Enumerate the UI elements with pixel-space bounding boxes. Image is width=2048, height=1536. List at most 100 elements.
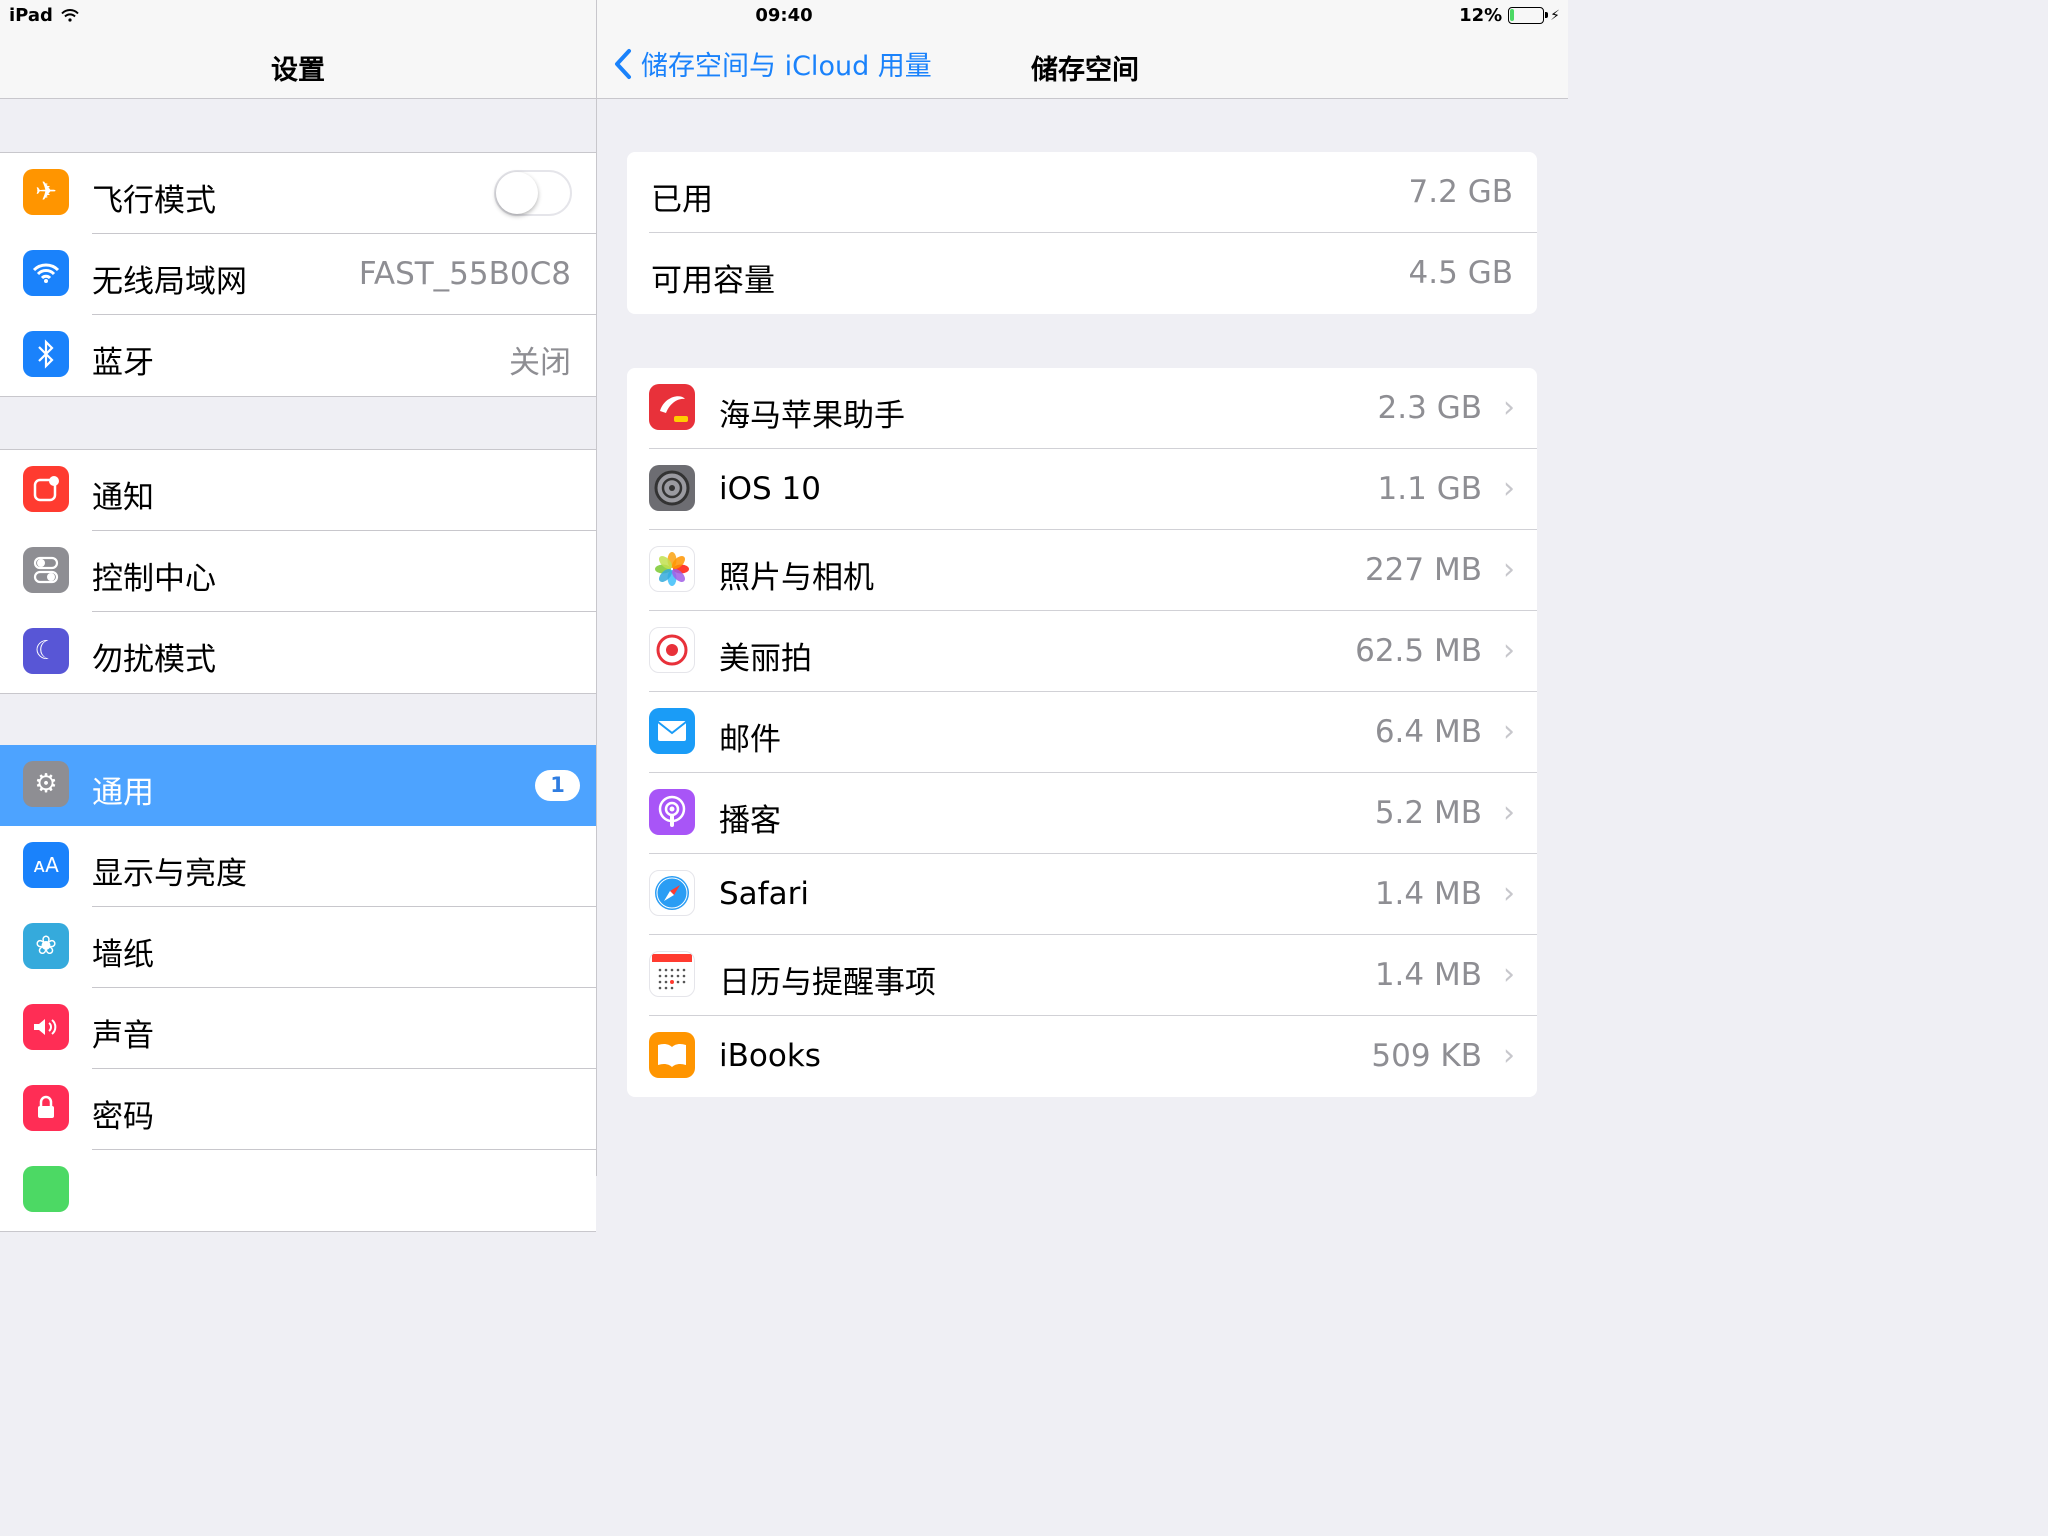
safari-icon	[649, 870, 695, 916]
sidebar-title: 设置	[271, 55, 325, 86]
list-item[interactable]: iOS 10 1.1 GB ›	[627, 449, 1537, 530]
sidebar-item-label: 通知	[92, 480, 154, 516]
list-item[interactable]: 美丽拍 62.5 MB ›	[627, 611, 1537, 692]
airplane-icon: ✈	[23, 169, 69, 215]
available-row: 可用容量 4.5 GB	[627, 233, 1537, 314]
sidebar-item-label: 无线局域网	[92, 264, 247, 300]
back-button[interactable]: 储存空间与 iCloud 用量	[613, 44, 932, 83]
notifications-icon	[23, 466, 69, 512]
battery-settings-icon	[23, 1166, 69, 1212]
app-name: iOS 10	[719, 471, 821, 507]
app-size: 2.3 GB	[1377, 390, 1482, 426]
list-item[interactable]: 邮件 6.4 MB ›	[627, 692, 1537, 773]
sidebar-item-control-center[interactable]: 控制中心	[0, 531, 596, 612]
battery-fill	[1510, 9, 1514, 21]
storage-detail: 储存空间与 iCloud 用量 储存空间 已用 7.2 GB 可用容量 4.5 …	[597, 0, 1568, 1176]
moon-icon: ☾	[23, 628, 69, 674]
used-row: 已用 7.2 GB	[627, 152, 1537, 233]
photos-icon	[649, 546, 695, 592]
app-name: 海马苹果助手	[719, 398, 905, 434]
list-item[interactable]: 照片与相机 227 MB ›	[627, 530, 1537, 611]
app-name: 邮件	[719, 722, 781, 758]
used-label: 已用	[651, 182, 713, 218]
sidebar-item-wifi[interactable]: 无线局域网 FAST_55B0C8	[0, 234, 596, 315]
status-right: 12% ⚡	[1459, 5, 1560, 26]
app-size: 5.2 MB	[1374, 795, 1482, 831]
haima-app-icon	[649, 384, 695, 430]
airplane-mode-toggle[interactable]	[494, 170, 572, 216]
app-storage-list: 海马苹果助手 2.3 GB › iOS 10 1.1 GB › 照片与相机 22…	[627, 368, 1537, 1097]
sidebar-item-notifications[interactable]: 通知	[0, 450, 596, 531]
sidebar-item-label: 声音	[92, 1018, 154, 1054]
sidebar-item-display[interactable]: ᴀA 显示与亮度	[0, 826, 596, 907]
wifi-icon	[23, 250, 69, 296]
settings-sidebar: 设置 ✈ 飞行模式 无线局域网 FAST_55B0C8 蓝牙 关闭 通知 控制中…	[0, 0, 596, 1232]
chevron-right-icon: ›	[1503, 795, 1515, 830]
chevron-right-icon: ›	[1503, 390, 1515, 425]
connectivity-group: ✈ 飞行模式 无线局域网 FAST_55B0C8 蓝牙 关闭	[0, 152, 596, 397]
sidebar-item-partial[interactable]	[0, 1150, 596, 1231]
chevron-right-icon: ›	[1503, 552, 1515, 587]
app-name: Safari	[719, 876, 809, 912]
app-size: 1.4 MB	[1374, 876, 1482, 912]
status-bar: iPad 09:40 12% ⚡	[0, 0, 1568, 32]
chevron-right-icon: ›	[1503, 471, 1515, 506]
list-item[interactable]: Safari 1.4 MB ›	[627, 854, 1537, 935]
system-group: 通知 控制中心 ☾ 勿扰模式	[0, 449, 596, 694]
lock-icon	[23, 1085, 69, 1131]
general-group: ⚙ 通用 1 ᴀA 显示与亮度 ❀ 墙纸 声音 密码	[0, 745, 596, 1232]
app-name: 日历与提醒事项	[719, 965, 936, 1001]
available-value: 4.5 GB	[1408, 255, 1513, 291]
meilipai-icon	[649, 627, 695, 673]
detail-title: 储存空间	[1031, 55, 1139, 86]
ibooks-icon	[649, 1032, 695, 1078]
bluetooth-icon	[23, 331, 69, 377]
charging-icon: ⚡	[1550, 7, 1560, 24]
app-name: iBooks	[719, 1038, 821, 1074]
sidebar-item-sounds[interactable]: 声音	[0, 988, 596, 1069]
list-item[interactable]: 播客 5.2 MB ›	[627, 773, 1537, 854]
ios-settings-icon	[649, 465, 695, 511]
wifi-network-name: FAST_55B0C8	[358, 256, 571, 292]
app-size: 62.5 MB	[1355, 633, 1482, 669]
calendar-icon	[649, 951, 695, 997]
app-size: 227 MB	[1364, 552, 1482, 588]
sidebar-item-passcode[interactable]: 密码	[0, 1069, 596, 1150]
app-name: 照片与相机	[719, 560, 874, 596]
gear-icon: ⚙	[23, 761, 69, 807]
wifi-signal-icon	[61, 9, 79, 22]
list-item[interactable]: 日历与提醒事项 1.4 MB ›	[627, 935, 1537, 1016]
clock: 09:40	[755, 5, 813, 26]
storage-summary-card: 已用 7.2 GB 可用容量 4.5 GB	[627, 152, 1537, 314]
sidebar-item-general[interactable]: ⚙ 通用 1	[0, 745, 596, 826]
update-badge: 1	[535, 770, 580, 801]
list-item[interactable]: 海马苹果助手 2.3 GB ›	[627, 368, 1537, 449]
sidebar-item-airplane-mode[interactable]: ✈ 飞行模式	[0, 153, 596, 234]
control-center-icon	[23, 547, 69, 593]
available-label: 可用容量	[651, 263, 775, 299]
flower-icon: ❀	[23, 923, 69, 969]
app-size: 509 KB	[1371, 1038, 1482, 1074]
sidebar-item-label: 显示与亮度	[92, 856, 247, 892]
chevron-right-icon: ›	[1503, 633, 1515, 668]
sidebar-item-label: 飞行模式	[92, 183, 216, 219]
sidebar-item-label: 控制中心	[92, 561, 216, 597]
app-name: 播客	[719, 803, 781, 839]
status-left: iPad	[9, 5, 79, 26]
chevron-right-icon: ›	[1503, 957, 1515, 992]
list-item[interactable]: iBooks 509 KB ›	[627, 1016, 1537, 1097]
sidebar-item-do-not-disturb[interactable]: ☾ 勿扰模式	[0, 612, 596, 693]
sidebar-item-bluetooth[interactable]: 蓝牙 关闭	[0, 315, 596, 396]
chevron-right-icon: ›	[1503, 1038, 1515, 1073]
sidebar-item-label: 密码	[92, 1099, 154, 1135]
used-value: 7.2 GB	[1408, 174, 1513, 210]
battery-icon	[1508, 7, 1549, 24]
app-name: 美丽拍	[719, 641, 812, 677]
sidebar-item-label: 勿扰模式	[92, 642, 216, 678]
sidebar-item-wallpaper[interactable]: ❀ 墙纸	[0, 907, 596, 988]
sidebar-item-label: 蓝牙	[92, 345, 154, 381]
sidebar-item-label: 通用	[92, 775, 154, 811]
bluetooth-status: 关闭	[509, 345, 571, 381]
chevron-left-icon	[615, 48, 631, 79]
back-button-label: 储存空间与 iCloud 用量	[641, 51, 932, 82]
